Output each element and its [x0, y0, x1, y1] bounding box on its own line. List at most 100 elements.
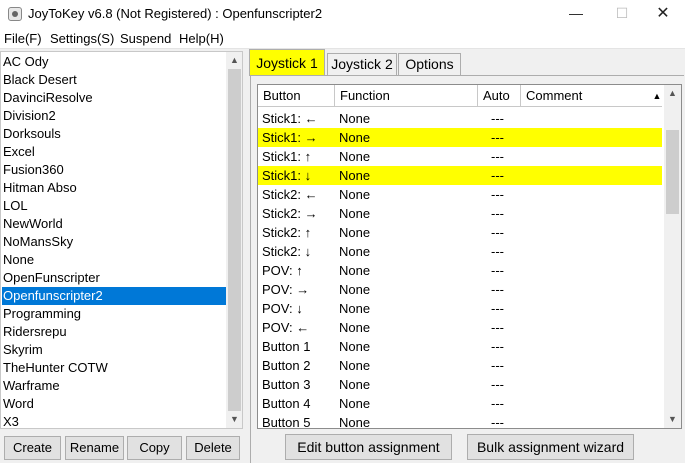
title-bar: JoyToKey v6.8 (Not Registered) : Openfun…	[0, 0, 685, 29]
edit-button-assignment-button[interactable]: Edit button assignment	[285, 434, 452, 460]
profile-item[interactable]: LOL	[2, 197, 226, 215]
profile-list[interactable]: ▲ ▼ AC Ody Black Desert DavinciResolve Divi…	[0, 51, 243, 429]
profile-list-scroll-thumb[interactable]	[228, 69, 241, 411]
profile-item[interactable]: AC Ody	[2, 53, 226, 71]
profile-item[interactable]: OpenFunscripter	[2, 269, 226, 287]
function-cell: None	[339, 396, 371, 411]
function-cell: None	[339, 320, 371, 335]
auto-cell: ---	[491, 282, 504, 297]
auto-cell: ---	[491, 377, 504, 392]
button-cell: Stick1: ←	[262, 111, 318, 126]
tab-joystick-2[interactable]: Joystick 2	[327, 53, 397, 75]
table-row[interactable]: Stick1: ↓ None ---	[258, 166, 662, 185]
function-cell: None	[339, 358, 371, 373]
profile-item[interactable]: Excel	[2, 143, 226, 161]
table-row[interactable]: POV: → None ---	[258, 280, 662, 299]
profile-item[interactable]: Word	[2, 395, 226, 413]
profile-list-scrollbar[interactable]: ▲ ▼	[226, 52, 242, 428]
auto-cell: ---	[491, 149, 504, 164]
auto-cell: ---	[491, 244, 504, 259]
button-cell: POV: ↓	[262, 301, 303, 316]
function-cell: None	[339, 225, 371, 240]
auto-cell: ---	[491, 396, 504, 411]
auto-cell: ---	[491, 206, 504, 221]
maximize-button[interactable]: ☐	[599, 0, 645, 29]
menu-file[interactable]: File(F)	[4, 31, 42, 46]
column-header-auto[interactable]: Auto	[478, 85, 521, 107]
auto-cell: ---	[491, 111, 504, 126]
table-row[interactable]: Stick1: ← None ---	[258, 109, 662, 128]
profile-item[interactable]: Openfunscripter2	[2, 287, 226, 305]
button-cell: POV: →	[262, 282, 310, 297]
menu-help[interactable]: Help(H)	[179, 31, 224, 46]
table-row[interactable]: Stick1: → None ---	[258, 128, 662, 147]
profile-item[interactable]: NoMansSky	[2, 233, 226, 251]
button-assignment-grid[interactable]: Button Function Auto Comment ▲ ▲ ▼ Stick…	[257, 84, 682, 429]
bulk-assignment-wizard-button[interactable]: Bulk assignment wizard	[467, 434, 634, 460]
profile-item[interactable]: TheHunter COTW	[2, 359, 226, 377]
table-row[interactable]: Stick2: → None ---	[258, 204, 662, 223]
table-row[interactable]: Button 2 None ---	[258, 356, 662, 375]
table-row[interactable]: Stick2: ← None ---	[258, 185, 662, 204]
button-cell: Stick2: ↓	[262, 244, 312, 259]
table-row[interactable]: Button 5 None ---	[258, 413, 662, 429]
table-row[interactable]: Stick1: ↑ None ---	[258, 147, 662, 166]
menu-suspend[interactable]: Suspend	[120, 31, 171, 46]
minimize-button[interactable]: —	[553, 0, 599, 29]
button-cell: Stick1: ↑	[262, 149, 312, 164]
button-cell: Stick1: →	[262, 130, 318, 145]
button-cell: POV: ←	[262, 320, 310, 335]
profile-item[interactable]: Ridersrepu	[2, 323, 226, 341]
rename-button[interactable]: Rename	[65, 436, 124, 460]
auto-cell: ---	[491, 415, 504, 429]
auto-cell: ---	[491, 339, 504, 354]
table-row[interactable]: Stick2: ↑ None ---	[258, 223, 662, 242]
profile-item[interactable]: Skyrim	[2, 341, 226, 359]
table-row[interactable]: Button 1 None ---	[258, 337, 662, 356]
function-cell: None	[339, 206, 371, 221]
button-cell: Stick1: ↓	[262, 168, 312, 183]
column-header-comment[interactable]: Comment	[521, 85, 662, 107]
profile-item[interactable]: Dorksouls	[2, 125, 226, 143]
table-row[interactable]: POV: ↓ None ---	[258, 299, 662, 318]
grid-scrollbar[interactable]: ▲ ▼	[664, 85, 681, 428]
auto-cell: ---	[491, 130, 504, 145]
create-button[interactable]: Create	[4, 436, 61, 460]
sort-arrow-icon: ▲	[652, 91, 662, 101]
button-cell: Button 1	[262, 339, 311, 354]
column-header-button[interactable]: Button	[258, 85, 335, 107]
profile-item[interactable]: X3	[2, 413, 226, 428]
profile-item[interactable]: None	[2, 251, 226, 269]
auto-cell: ---	[491, 225, 504, 240]
scroll-up-icon[interactable]: ▲	[226, 52, 242, 69]
profile-item[interactable]: Fusion360	[2, 161, 226, 179]
close-button[interactable]: ✕	[640, 0, 685, 29]
tab-options[interactable]: Options	[398, 53, 461, 75]
button-cell: Stick2: ↑	[262, 225, 312, 240]
function-cell: None	[339, 263, 371, 278]
copy-button[interactable]: Copy	[127, 436, 182, 460]
profile-item[interactable]: NewWorld	[2, 215, 226, 233]
tab-joystick-1[interactable]: Joystick 1	[249, 49, 325, 76]
profile-item[interactable]: Hitman Abso	[2, 179, 226, 197]
profile-item[interactable]: Programming	[2, 305, 226, 323]
profile-item[interactable]: Black Desert	[2, 71, 226, 89]
button-cell: Button 4	[262, 396, 311, 411]
column-header-function[interactable]: Function	[335, 85, 478, 107]
profile-item[interactable]: Warframe	[2, 377, 226, 395]
grid-scroll-down-icon[interactable]: ▼	[664, 411, 681, 428]
grid-scroll-up-icon[interactable]: ▲	[664, 85, 681, 102]
table-row[interactable]: Button 4 None ---	[258, 394, 662, 413]
profile-item[interactable]: DavinciResolve	[2, 89, 226, 107]
table-row[interactable]: POV: ← None ---	[258, 318, 662, 337]
scroll-down-icon[interactable]: ▼	[226, 411, 242, 428]
profile-item[interactable]: Division2	[2, 107, 226, 125]
function-cell: None	[339, 149, 371, 164]
menu-settings[interactable]: Settings(S)	[50, 31, 114, 46]
grid-scroll-thumb[interactable]	[666, 130, 679, 214]
table-row[interactable]: Button 3 None ---	[258, 375, 662, 394]
function-cell: None	[339, 415, 371, 429]
table-row[interactable]: Stick2: ↓ None ---	[258, 242, 662, 261]
table-row[interactable]: POV: ↑ None ---	[258, 261, 662, 280]
delete-button[interactable]: Delete	[186, 436, 240, 460]
